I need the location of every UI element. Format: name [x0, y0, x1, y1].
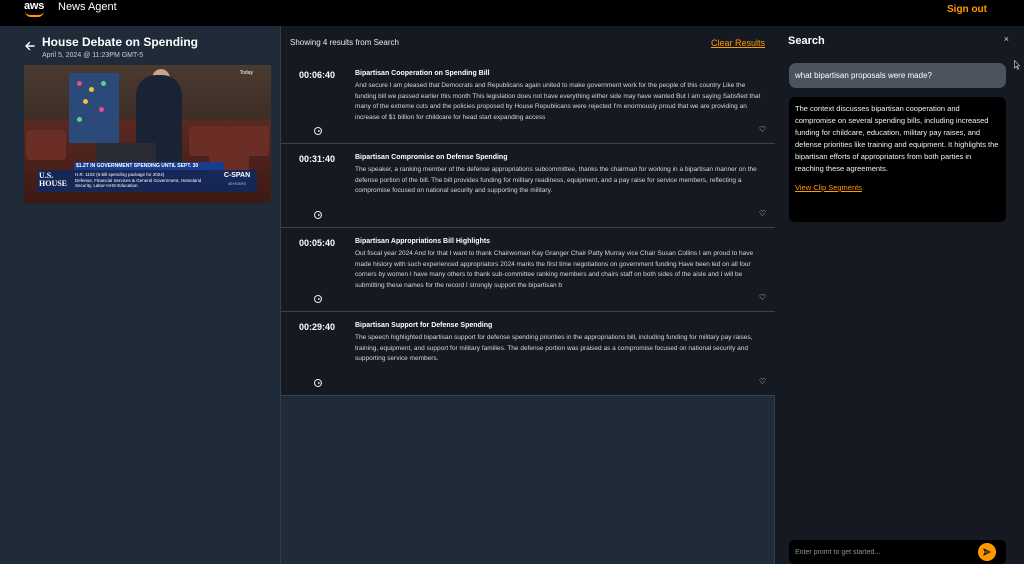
result-timestamp[interactable]: 00:05:40 — [299, 238, 335, 248]
play-icon[interactable] — [314, 211, 322, 219]
aws-logo: aws — [24, 1, 46, 19]
poster-dot — [83, 99, 88, 104]
play-icon[interactable] — [314, 379, 322, 387]
network-logo: C-SPAN 45YEARS — [220, 172, 254, 190]
lower-third-text: H.R. 1102 (6-bill spending package for 2… — [75, 172, 215, 189]
heart-icon[interactable]: ♡ — [759, 294, 766, 302]
results-list: 00:06:40 Bipartisan Cooperation on Spend… — [281, 60, 775, 396]
network-name: C-SPAN — [223, 172, 251, 179]
poster-dot — [101, 81, 106, 86]
poster-dot — [77, 117, 82, 122]
result-title: Bipartisan Appropriations Bill Highlight… — [355, 238, 491, 245]
view-clip-segments-link[interactable]: View Clip Segments — [795, 183, 1000, 192]
result-timestamp[interactable]: 00:29:40 — [299, 322, 335, 332]
poster-dot — [89, 87, 94, 92]
video-lower-third: U.S. HOUSE H.R. 1102 (6-bill spending pa… — [37, 170, 257, 192]
house-logo: U.S. HOUSE — [39, 171, 68, 188]
seat — [26, 130, 66, 160]
result-text: Out fiscal year 2024 And for that I want… — [355, 250, 754, 289]
poster-dot — [77, 81, 82, 86]
seat — [189, 126, 229, 156]
video-ticker: $1.2T IN GOVERNMENT SPENDING UNTIL SEPT.… — [74, 162, 224, 170]
result-text: The speaker, a ranking member of the def… — [355, 166, 757, 194]
video-title: House Debate on Spending — [42, 35, 199, 49]
prompt-box — [789, 540, 1006, 564]
result-text: And secure I am pleased that Democrats a… — [355, 82, 761, 121]
heart-icon[interactable]: ♡ — [759, 126, 766, 134]
result-timestamp[interactable]: 00:31:40 — [299, 154, 335, 164]
results-header: Showing 4 results from Search Clear Resu… — [281, 26, 775, 60]
video-today-label: Today — [239, 70, 253, 76]
result-timestamp[interactable]: 00:06:40 — [299, 70, 335, 80]
heart-icon[interactable]: ♡ — [759, 210, 766, 218]
result-title: Bipartisan Cooperation on Spending Bill — [355, 70, 490, 77]
video-player[interactable]: Today $1.2T IN GOVERNMENT SPENDING UNTIL… — [24, 65, 271, 203]
top-bar: aws News Agent Sign out — [0, 0, 1024, 26]
aws-smile-icon — [25, 11, 44, 17]
seat — [229, 126, 269, 156]
send-icon — [983, 548, 991, 556]
result-title: Bipartisan Support for Defense Spending — [355, 322, 493, 329]
result-item[interactable]: 00:31:40 Bipartisan Compromise on Defens… — [281, 144, 775, 228]
sign-out-button[interactable]: Sign out — [947, 4, 987, 15]
video-date: April 5, 2024 @ 11:23PM GMT-5 — [42, 52, 144, 59]
video-poster — [69, 73, 119, 143]
send-button[interactable] — [978, 543, 996, 561]
result-text: The speech highlighted bipartisan suppor… — [355, 334, 753, 362]
prompt-input[interactable] — [795, 544, 975, 560]
result-item[interactable]: 00:06:40 Bipartisan Cooperation on Spend… — [281, 60, 775, 144]
result-title: Bipartisan Compromise on Defense Spendin… — [355, 154, 508, 161]
search-panel-title: Search — [788, 35, 825, 47]
result-item[interactable]: 00:29:40 Bipartisan Support for Defense … — [281, 312, 775, 396]
results-panel: Showing 4 results from Search Clear Resu… — [281, 26, 775, 564]
play-icon[interactable] — [314, 295, 322, 303]
mouse-cursor-icon — [1014, 60, 1020, 70]
user-query-bubble: what bipartisan proposals were made? — [789, 63, 1006, 88]
network-sub: 45YEARS — [227, 181, 246, 186]
clear-results-button[interactable]: Clear Results — [711, 38, 765, 48]
heart-icon[interactable]: ♡ — [759, 378, 766, 386]
app-name: News Agent — [58, 1, 117, 13]
play-icon[interactable] — [314, 127, 322, 135]
result-item[interactable]: 00:05:40 Bipartisan Appropriations Bill … — [281, 228, 775, 312]
search-panel: Search × what bipartisan proposals were … — [775, 26, 1024, 564]
results-count: Showing 4 results from Search — [290, 38, 399, 47]
poster-dot — [99, 107, 104, 112]
video-panel: House Debate on Spending April 5, 2024 @… — [0, 26, 281, 564]
answer-bubble: The context discusses bipartisan coopera… — [789, 97, 1006, 222]
bill-detail: Defense, Financial Services & General Go… — [75, 177, 202, 189]
answer-text: The context discusses bipartisan coopera… — [795, 104, 999, 173]
close-icon[interactable]: × — [1004, 34, 1009, 44]
back-arrow-icon[interactable] — [24, 40, 36, 52]
